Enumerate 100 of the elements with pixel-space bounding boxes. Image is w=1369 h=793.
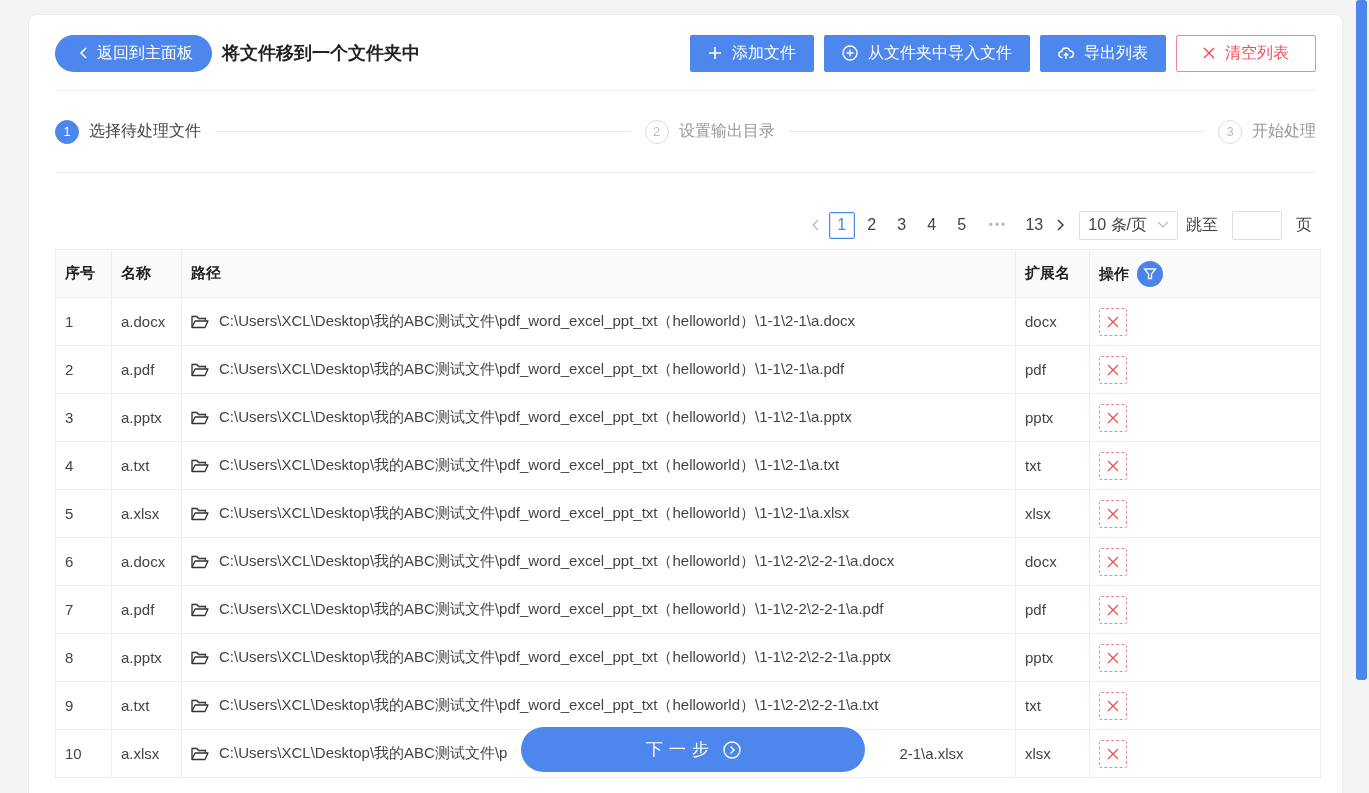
- table-cell: 4: [65, 457, 74, 474]
- table-cell: a.xlsx: [121, 745, 160, 762]
- table-cell: 1: [65, 313, 74, 330]
- delete-button[interactable]: [1099, 643, 1127, 672]
- folder-icon: [191, 362, 209, 377]
- close-icon: [1107, 699, 1119, 712]
- delete-button[interactable]: [1099, 691, 1127, 720]
- chevron-left-icon: [810, 219, 819, 231]
- table-cell: a.pptx: [121, 409, 162, 426]
- close-icon: [1107, 315, 1119, 328]
- folder-icon: [191, 698, 209, 713]
- table-cell: a.pdf: [121, 601, 155, 618]
- table-cell: a.txt: [121, 697, 150, 714]
- file-path: C:\Users\XCL\Desktop\我的ABC测试文件\pdf_word_excel_ppt_txt（helloworld）\1-1\2-2\2-2-1\a.docx: [219, 552, 895, 571]
- table-cell: a.txt: [121, 457, 150, 474]
- delete-button[interactable]: [1099, 403, 1127, 432]
- scrollbar-thumb[interactable]: [1356, 0, 1367, 680]
- folder-icon: [191, 410, 209, 425]
- jump-label: 跳至: [1186, 214, 1218, 235]
- file-path: C:\Users\XCL\Desktop\我的ABC测试文件\p: [219, 744, 508, 763]
- delete-button[interactable]: [1099, 451, 1127, 480]
- import-button[interactable]: 从文件夹中导入文件: [824, 34, 1030, 72]
- column-header: 操作: [1099, 264, 1129, 281]
- file-path: C:\Users\XCL\Desktop\我的ABC测试文件\pdf_word_excel_ppt_txt（helloworld）\1-1\2-2\2-2-1\a.pdf: [219, 600, 884, 619]
- page-suffix: 页: [1296, 214, 1312, 235]
- file-path: 2-1\a.xlsx: [899, 745, 964, 762]
- cloud-upload-icon: [1058, 46, 1074, 60]
- step-label: 开始处理: [1252, 121, 1316, 141]
- page-number[interactable]: 2: [858, 211, 885, 239]
- table-cell: 7: [65, 601, 74, 618]
- table-cell: 5: [65, 505, 74, 522]
- close-icon: [1107, 507, 1119, 520]
- file-path: C:\Users\XCL\Desktop\我的ABC测试文件\pdf_word_excel_ppt_txt（helloworld）\1-1\2-2\2-2-1\a.txt: [219, 696, 879, 715]
- folder-icon: [191, 746, 209, 761]
- folder-icon: [191, 506, 209, 521]
- table-cell: xlsx: [1025, 745, 1051, 762]
- table-cell: a.xlsx: [121, 505, 160, 522]
- chevron-right-icon: [1057, 219, 1066, 231]
- delete-button[interactable]: [1099, 547, 1127, 576]
- table-cell: a.docx: [121, 553, 166, 570]
- page-jump-field[interactable]: [1232, 210, 1282, 240]
- table-cell: 10: [65, 745, 82, 762]
- table-cell: docx: [1025, 313, 1057, 330]
- delete-button[interactable]: [1099, 355, 1127, 384]
- back-button[interactable]: 返回到主面板: [55, 34, 212, 72]
- table-cell: pptx: [1025, 649, 1054, 666]
- delete-button[interactable]: [1099, 499, 1127, 528]
- table-cell: pdf: [1025, 601, 1046, 618]
- page-number[interactable]: 1: [828, 211, 855, 239]
- folder-icon: [191, 602, 209, 617]
- page-number[interactable]: 4: [918, 211, 945, 239]
- close-icon: [1203, 47, 1215, 59]
- page-number[interactable]: 5: [948, 211, 975, 239]
- folder-icon: [191, 554, 209, 569]
- folder-icon: [191, 314, 209, 329]
- page-number[interactable]: 3: [888, 211, 915, 239]
- next-step-button[interactable]: 下一步: [521, 727, 865, 772]
- file-path: C:\Users\XCL\Desktop\我的ABC测试文件\pdf_word_excel_ppt_txt（helloworld）\1-1\2-1\a.pdf: [219, 360, 845, 379]
- close-icon: [1107, 651, 1119, 664]
- close-icon: [1107, 411, 1119, 424]
- table-cell: a.docx: [121, 313, 166, 330]
- close-icon: [1107, 747, 1119, 760]
- add-button[interactable]: 添加文件: [690, 34, 814, 72]
- table-cell: pdf: [1025, 361, 1046, 378]
- table-cell: txt: [1025, 697, 1041, 714]
- table-cell: a.pdf: [121, 361, 155, 378]
- close-icon: [1107, 555, 1119, 568]
- table-cell: 6: [65, 553, 74, 570]
- folder-icon: [191, 650, 209, 665]
- table-cell: docx: [1025, 553, 1057, 570]
- delete-button[interactable]: [1099, 307, 1127, 336]
- table-cell: txt: [1025, 457, 1041, 474]
- step-number: 1: [55, 119, 79, 144]
- column-header: 名称: [121, 264, 151, 281]
- page-number[interactable]: 13: [1021, 211, 1048, 239]
- file-path: C:\Users\XCL\Desktop\我的ABC测试文件\pdf_word_excel_ppt_txt（helloworld）\1-1\2-1\a.docx: [219, 312, 856, 331]
- table-cell: 9: [65, 697, 74, 714]
- step-label: 设置输出目录: [678, 121, 775, 141]
- column-header: 路径: [191, 264, 221, 281]
- step-label: 选择待处理文件: [89, 121, 201, 141]
- column-header: 序号: [65, 264, 95, 281]
- page-size-select[interactable]: 10 条/页: [1079, 210, 1178, 240]
- delete-button[interactable]: [1099, 739, 1127, 768]
- filter-icon: [1137, 260, 1163, 287]
- table-cell: 3: [65, 409, 74, 426]
- table-cell: xlsx: [1025, 505, 1051, 522]
- export-button[interactable]: 导出列表: [1040, 34, 1166, 72]
- delete-button[interactable]: [1099, 595, 1127, 624]
- file-path: C:\Users\XCL\Desktop\我的ABC测试文件\pdf_word_excel_ppt_txt（helloworld）\1-1\2-1\a.txt: [219, 456, 840, 475]
- close-icon: [1107, 459, 1119, 472]
- folder-icon: [191, 458, 209, 473]
- clear-button[interactable]: 清空列表: [1176, 34, 1316, 72]
- chevron-circle-right-icon: [722, 740, 741, 759]
- table-cell: pptx: [1025, 409, 1054, 426]
- page-title: 将文件移到一个文件夹中: [222, 42, 420, 65]
- table-cell: 2: [65, 361, 74, 378]
- file-path: C:\Users\XCL\Desktop\我的ABC测试文件\pdf_word_excel_ppt_txt（helloworld）\1-1\2-1\a.pptx: [219, 408, 852, 427]
- page-ellipsis[interactable]: •••: [978, 218, 1018, 232]
- column-header: 扩展名: [1025, 264, 1070, 281]
- file-path: C:\Users\XCL\Desktop\我的ABC测试文件\pdf_word_excel_ppt_txt（helloworld）\1-1\2-1\a.xlsx: [219, 504, 850, 523]
